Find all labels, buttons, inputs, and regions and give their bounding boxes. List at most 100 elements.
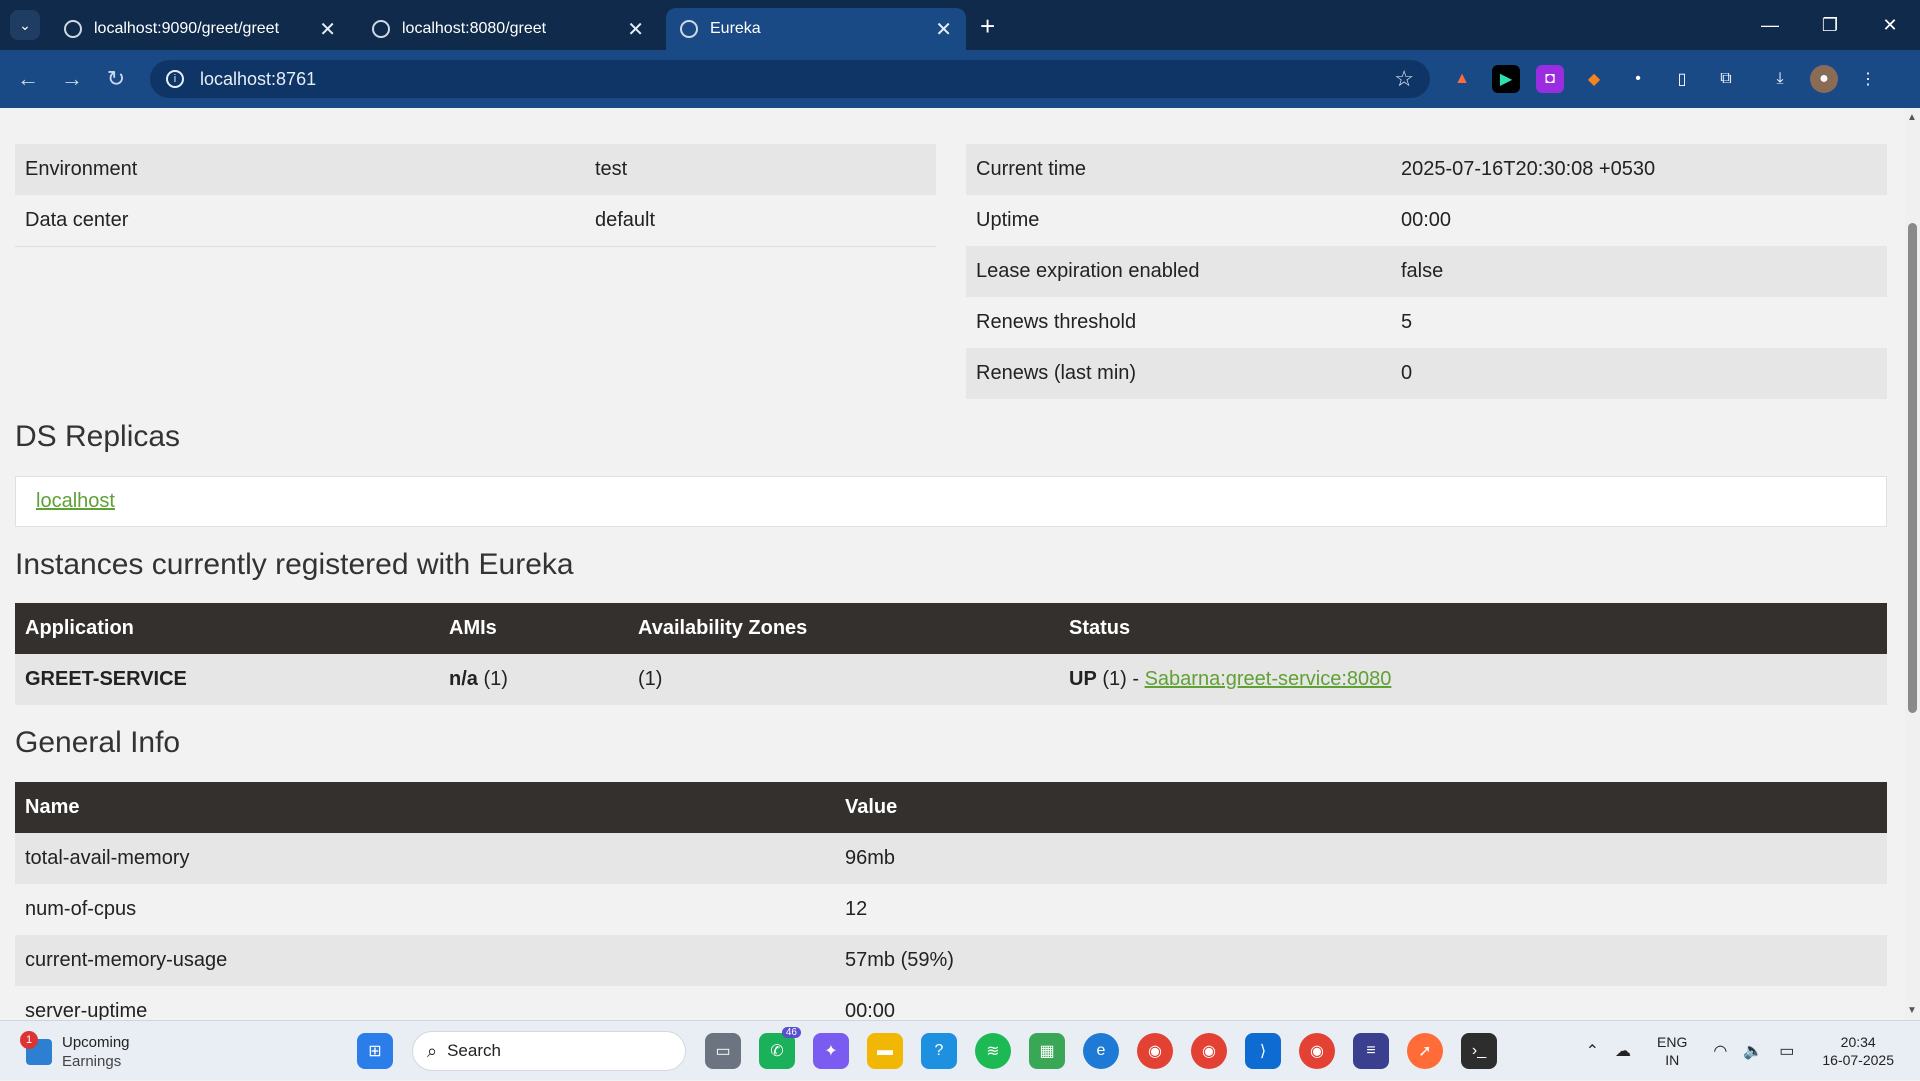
extension-play-icon[interactable]: ▶ [1492,65,1520,93]
amis-value: n/a [449,668,478,690]
status-value: 00:00 [1401,209,1452,231]
close-icon[interactable]: ✕ [627,17,644,42]
widget-subtitle: Earnings [62,1053,122,1070]
replica-link[interactable]: localhost [36,490,115,513]
window-controls: — ❐ ✕ [1740,0,1920,50]
tab-greet-9090[interactable]: localhost:9090/greet/greet ✕ [50,8,350,50]
clock[interactable]: 20:34 16-07-2025 [1822,1033,1894,1069]
status-label: Current time [966,144,1391,195]
eclipse-icon[interactable]: ≡ [1353,1033,1389,1069]
extension-purple-icon[interactable]: ◘ [1536,65,1564,93]
forward-icon[interactable]: → [50,66,94,92]
postman-icon[interactable]: ➚ [1407,1033,1443,1069]
taskbar-search[interactable]: ⌕ Search [412,1031,686,1071]
extension-a-icon[interactable]: ▲ [1448,65,1476,93]
status-count: (1) - [1096,668,1145,690]
volume-icon[interactable]: 🔈 [1743,1041,1763,1061]
instance-link[interactable]: Sabarna:greet-service:8080 [1145,668,1392,690]
system-tray: ⌃ ☁ ENG IN ◠ 🔈 ▭ 20:34 16-07-2025 [1578,1021,1920,1081]
amis-cell: n/a (1) [439,654,628,705]
extension-drop-icon[interactable]: • [1624,65,1652,93]
onedrive-icon[interactable]: ☁ [1615,1041,1631,1061]
download-icon[interactable]: ⤓ [1766,65,1794,93]
file-explorer-icon[interactable]: ▬ [867,1033,903,1069]
clock-time: 20:34 [1840,1034,1876,1050]
extensions-puzzle-icon[interactable]: ⧉ [1712,65,1740,93]
scroll-down-icon[interactable]: ▼ [1907,1005,1917,1016]
windows-start-icon[interactable]: ⊞ [357,1033,393,1069]
table-row: Uptime 00:00 [966,195,1887,246]
table-row: Renews (last min) 0 [966,348,1887,399]
ds-replicas-heading: DS Replicas [15,420,181,453]
app-grid-icon[interactable]: ▦ [1029,1033,1065,1069]
status-label: Uptime [976,209,1040,231]
page-scrollbar[interactable]: ▲ ▼ [1905,108,1920,1020]
table-row: Data center default [15,195,936,247]
spotify-icon[interactable]: ≋ [975,1033,1011,1069]
info-value: 12 [845,898,868,920]
status-cell: UP (1) - Sabarna:greet-service:8080 [1059,654,1887,705]
globe-icon [372,20,390,38]
table-header-row: Application AMIs Availability Zones Stat… [15,603,1887,654]
info-name: current-memory-usage [15,935,835,986]
col-value: Value [835,782,1887,833]
table-row: num-of-cpus 12 [15,884,1887,935]
close-window-icon[interactable]: ✕ [1860,0,1920,50]
zones-cell: (1) [628,654,1059,705]
vscode-icon[interactable]: ⟩ [1245,1033,1281,1069]
terminal-icon[interactable]: ›_ [1461,1033,1497,1069]
news-widget[interactable]: 1 Upcoming Earnings [20,1031,130,1071]
edge-icon[interactable]: e [1083,1033,1119,1069]
minimize-icon[interactable]: — [1740,0,1800,50]
table-row: Renews threshold 5 [966,297,1887,348]
status-value: 5 [1401,311,1413,333]
instances-heading: Instances currently registered with Eure… [15,548,574,581]
chevron-up-icon[interactable]: ⌃ [1586,1041,1599,1061]
chrome-active-icon[interactable]: ◉ [1299,1033,1335,1069]
status-value: default [585,195,936,247]
globe-icon [64,20,82,38]
close-icon[interactable]: ✕ [319,17,336,42]
restore-icon[interactable]: ❐ [1800,0,1860,50]
lang-top: ENG [1657,1034,1688,1050]
status-label: Lease expiration enabled [966,246,1391,297]
status-label: Environment [15,144,585,195]
whatsapp-icon[interactable]: ✆ 46 [759,1027,801,1069]
table-row: Current time 2025-07-16T20:30:08 +0530 [966,144,1887,195]
reload-icon[interactable]: ↻ [94,66,138,92]
chrome-icon[interactable]: ◉ [1137,1033,1173,1069]
general-info-heading: General Info [15,726,181,759]
extension-mouse-icon[interactable]: ▯ [1668,65,1696,93]
scrollbar-thumb[interactable] [1908,223,1917,713]
chrome-profile-icon[interactable]: ◉ [1191,1033,1227,1069]
task-view-icon[interactable]: ▭ [705,1033,741,1069]
scroll-up-icon[interactable]: ▲ [1907,112,1917,123]
metamask-fox-icon[interactable]: ◆ [1580,65,1608,93]
help-icon[interactable]: ? [921,1033,957,1069]
site-info-icon[interactable]: i [166,70,184,88]
clock-date: 16-07-2025 [1822,1052,1894,1068]
general-info-table: Name Value total-avail-memory 96mb num-o… [15,782,1887,1020]
copilot-icon[interactable]: ✦ [813,1033,849,1069]
info-name: num-of-cpus [25,898,137,920]
menu-kebab-icon[interactable]: ⋮ [1854,65,1882,93]
new-tab-button[interactable]: + [980,11,995,42]
tab-greet-8080[interactable]: localhost:8080/greet ✕ [358,8,658,50]
bookmark-star-icon[interactable]: ☆ [1394,66,1414,92]
status-value: test [585,144,936,195]
table-row: server-uptime 00:00 [15,986,1887,1020]
tab-title: localhost:8080/greet [402,20,547,37]
wifi-icon[interactable]: ◠ [1713,1041,1727,1061]
close-icon[interactable]: ✕ [935,17,952,42]
profile-avatar[interactable]: ● [1810,65,1838,93]
chart-icon: 1 [20,1031,52,1065]
system-status-right-table: Current time 2025-07-16T20:30:08 +0530 U… [966,144,1887,399]
back-icon[interactable]: ← [6,66,50,92]
tab-eureka[interactable]: Eureka ✕ [666,8,966,50]
language-indicator[interactable]: ENG IN [1657,1033,1687,1069]
address-bar[interactable]: i localhost:8761 ☆ [150,60,1430,98]
amis-count: (1) [477,668,508,690]
tab-search-button[interactable]: ⌄ [10,10,40,40]
lang-bottom: IN [1665,1052,1680,1068]
battery-icon[interactable]: ▭ [1779,1041,1794,1061]
